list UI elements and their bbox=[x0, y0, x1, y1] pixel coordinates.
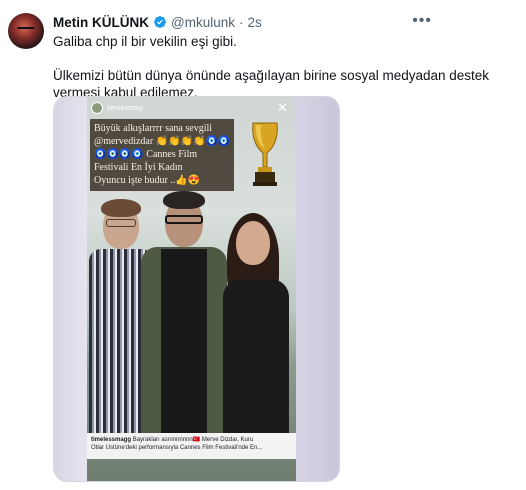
separator-dot: · bbox=[238, 14, 244, 30]
story-caption-box: Büyük alkışlarrrr sana sevgili @mervediz… bbox=[90, 119, 234, 191]
author-handle[interactable]: @mkulunk bbox=[171, 15, 235, 30]
instagram-post-caption: timelessmagg Bayrakları asınnnnnnn🇹🇷 Mer… bbox=[87, 433, 296, 459]
timestamp[interactable]: 2s bbox=[247, 15, 261, 30]
insta-caption-line-1: Bayrakları asınnnnnnn🇹🇷 Merve Dizdar, Ku… bbox=[132, 437, 254, 443]
tweet-header: Metin KÜLÜNK @mkulunk · 2s bbox=[53, 14, 262, 30]
media-blur-left bbox=[54, 97, 88, 481]
story-caption-line: @mervedizdar 👏👏👏👏🧿🧿 bbox=[94, 136, 231, 147]
person-right bbox=[217, 213, 295, 433]
story-caption-line: Festivali En İyi Kadın bbox=[94, 162, 183, 173]
story-caption-line: 🧿🧿🧿🧿 Cannes Film bbox=[94, 149, 198, 160]
tweet-text-line-2: Ülkemizi bütün dünya önünde aşağılayan b… bbox=[53, 68, 490, 83]
author-name[interactable]: Metin KÜLÜNK bbox=[53, 15, 149, 30]
more-horizontal-icon[interactable]: ••• bbox=[412, 12, 432, 30]
insta-username: timelessmagg bbox=[91, 437, 132, 443]
story-username: pervinersoy bbox=[107, 104, 144, 112]
story-caption-line: Büyük alkışlarrrr sana sevgili bbox=[94, 123, 213, 134]
tweet-text-line-1: Galiba chp il bir vekilin eşi gibi. bbox=[53, 34, 237, 49]
tweet[interactable]: Metin KÜLÜNK @mkulunk · 2s ••• Galiba ch… bbox=[0, 0, 526, 490]
story-caption-line: Oyuncu işte budur ..👍😍 bbox=[94, 175, 201, 186]
instagram-story-screenshot: pervinersoy ✕ Büyük alkışlarrrr sana sev… bbox=[87, 97, 296, 481]
close-icon: ✕ bbox=[277, 100, 288, 115]
insta-caption-line-2: Otlar Üstüne'deki performansıyla Cannes … bbox=[91, 445, 263, 451]
story-user-avatar bbox=[91, 102, 103, 114]
person-middle bbox=[141, 191, 227, 433]
media-blur-right bbox=[289, 97, 339, 481]
verified-badge-icon bbox=[154, 16, 166, 28]
trophy-icon bbox=[252, 122, 278, 186]
story-header: pervinersoy ✕ bbox=[91, 100, 292, 116]
avatar[interactable] bbox=[8, 13, 44, 49]
tweet-media-image[interactable]: pervinersoy ✕ Büyük alkışlarrrr sana sev… bbox=[53, 96, 340, 482]
